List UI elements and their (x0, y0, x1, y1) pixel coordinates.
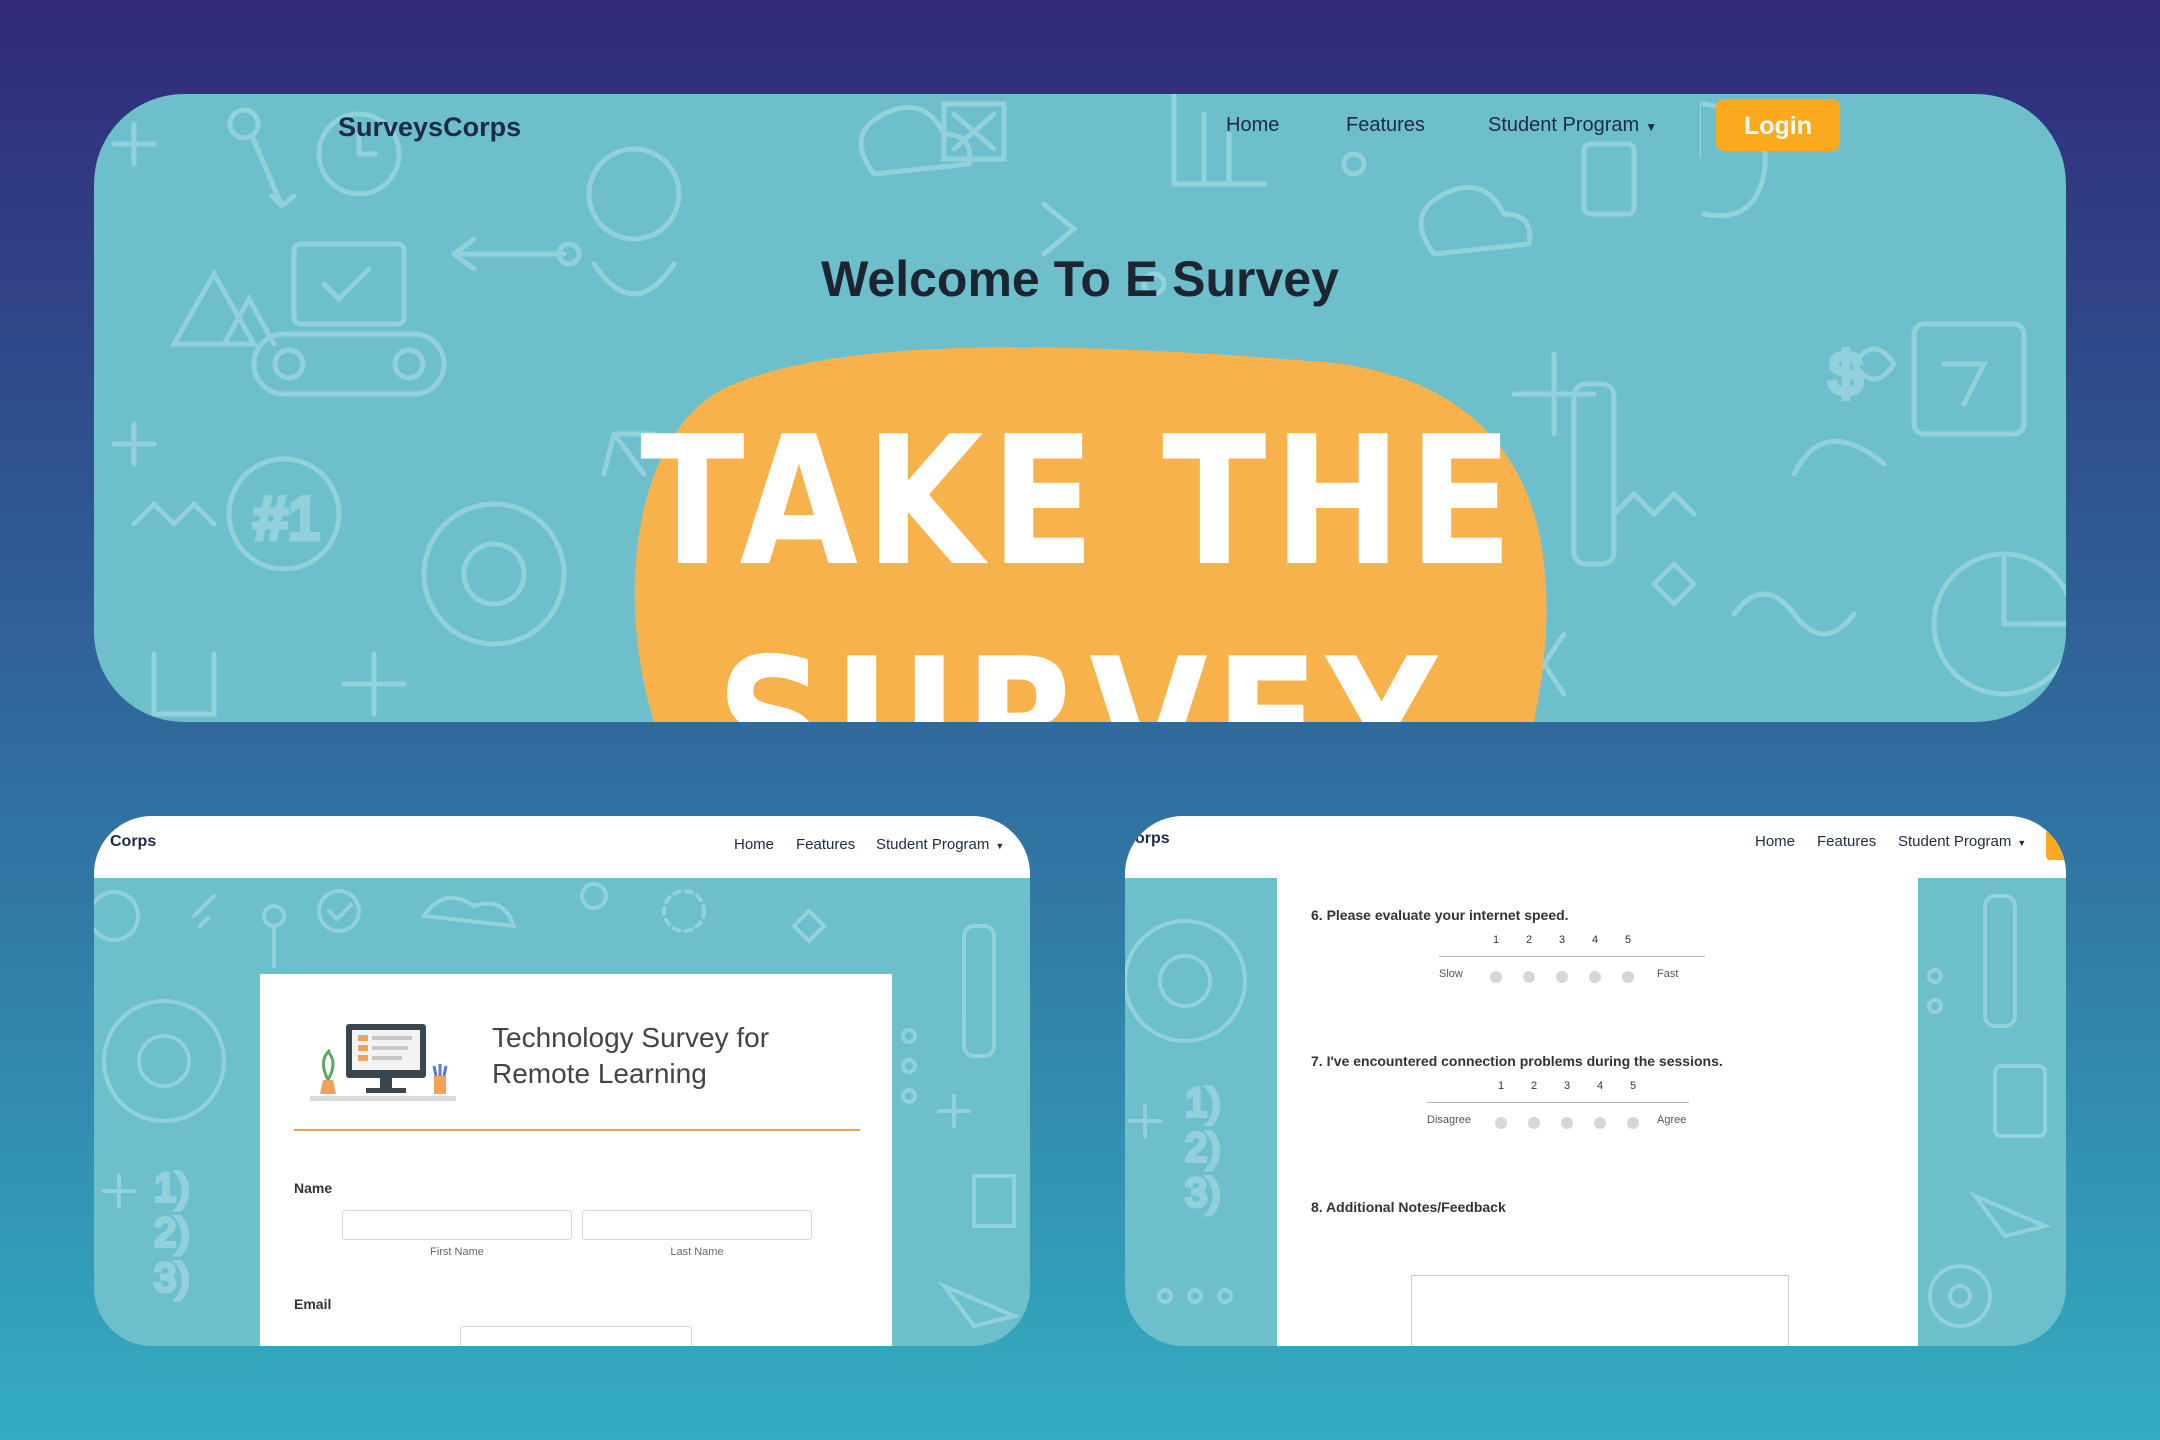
survey-questions-screenshot: 1) 2) 3) orps Home Features Student Prog… (1125, 816, 2066, 1346)
survey-form-panel: Technology Survey for Remote Learning Na… (260, 974, 892, 1346)
question-7: 7. I've encountered connection problems … (1311, 1053, 1723, 1069)
q7-scale-3: 3 (1563, 1080, 1571, 1092)
q7-scale-4: 4 (1596, 1080, 1604, 1092)
q7-scale-5: 5 (1629, 1080, 1637, 1092)
q6-radio-2[interactable] (1523, 971, 1535, 983)
q7-high-label: Agree (1657, 1114, 1687, 1126)
questions-navbar: orps Home Features Student Program ▼ (1125, 816, 2066, 878)
feedback-textarea[interactable] (1411, 1275, 1789, 1346)
q7-radio-5[interactable] (1627, 1117, 1639, 1129)
questions-panel: 6. Please evaluate your internet speed. … (1277, 876, 1918, 1346)
nav-home[interactable]: Home (1755, 833, 1795, 850)
email-input[interactable] (460, 1326, 692, 1346)
survey-title-line2: Remote Learning (492, 1058, 707, 1089)
brand-logo[interactable]: Corps (110, 833, 156, 851)
svg-text:1): 1) (154, 1166, 190, 1210)
chevron-down-icon: ▼ (995, 841, 1005, 851)
svg-text:3): 3) (1185, 1171, 1221, 1215)
q6-high-label: Fast (1657, 968, 1679, 980)
last-name-input[interactable] (582, 1210, 812, 1240)
nav-features[interactable]: Features (1817, 833, 1876, 850)
q7-radio-4[interactable] (1594, 1117, 1606, 1129)
q7-scale-2: 2 (1530, 1080, 1538, 1092)
hero-graphic-line2: SURVEY (232, 634, 1928, 723)
first-name-input[interactable] (342, 1210, 572, 1240)
question-8: 8. Additional Notes/Feedback (1311, 1199, 1506, 1215)
q6-scale-2: 2 (1525, 934, 1533, 946)
chevron-down-icon: ▼ (2017, 838, 2027, 848)
email-label: Email (294, 1296, 332, 1312)
nav-home[interactable]: Home (734, 836, 774, 853)
q6-low-label: Slow (1439, 968, 1463, 980)
q7-radio-3[interactable] (1561, 1117, 1573, 1129)
computer-illustration-icon (310, 1024, 456, 1101)
q7-low-label: Disagree (1427, 1114, 1472, 1126)
q7-radio-1[interactable] (1495, 1117, 1507, 1129)
svg-text:2): 2) (154, 1211, 190, 1255)
q6-scale-1: 1 (1492, 934, 1500, 946)
title-divider (294, 1129, 860, 1131)
svg-text:2): 2) (1185, 1126, 1221, 1170)
nav-student-program-label: Student Program (1898, 833, 2012, 850)
nav-student-program[interactable]: Student Program ▼ (876, 836, 1004, 853)
q6-scale-4: 4 (1591, 934, 1599, 946)
hero-graphic-line1: TAKE THE (640, 398, 1520, 605)
nav-student-program[interactable]: Student Program ▼ (1898, 833, 2026, 850)
q6-scale-5: 5 (1624, 934, 1632, 946)
name-label: Name (294, 1180, 333, 1196)
nav-student-program-label: Student Program (876, 836, 990, 853)
hero-screenshot: #1 $ SurveysCorps Home Features Student … (94, 94, 2066, 722)
q6-radio-5[interactable] (1622, 971, 1634, 983)
q6-radio-1[interactable] (1490, 971, 1502, 983)
brand-logo[interactable]: orps (1135, 830, 1170, 848)
survey-title-line1: Technology Survey for (492, 1022, 770, 1053)
q7-scale-divider (1427, 1102, 1689, 1103)
form-navbar: Corps Home Features Student Program ▼ (94, 816, 1030, 878)
survey-form-screenshot: 1) 2) 3) Corps Home Features Student Pro… (94, 816, 1030, 1346)
question-6: 6. Please evaluate your internet speed. (1311, 907, 1569, 923)
q6-scale-3: 3 (1558, 934, 1566, 946)
q7-scale-1: 1 (1497, 1080, 1505, 1092)
q6-radio-4[interactable] (1589, 971, 1601, 983)
nav-features[interactable]: Features (796, 836, 855, 853)
q7-radio-2[interactable] (1528, 1117, 1540, 1129)
q6-scale-divider (1439, 956, 1705, 957)
svg-text:1): 1) (1185, 1081, 1221, 1125)
svg-text:3): 3) (154, 1256, 190, 1300)
last-name-label: Last Name (670, 1246, 724, 1258)
q6-radio-3[interactable] (1556, 971, 1568, 983)
login-button-partial[interactable] (2046, 830, 2066, 860)
survey-title: Technology Survey for Remote Learning (492, 1020, 769, 1092)
first-name-label: First Name (430, 1246, 484, 1258)
